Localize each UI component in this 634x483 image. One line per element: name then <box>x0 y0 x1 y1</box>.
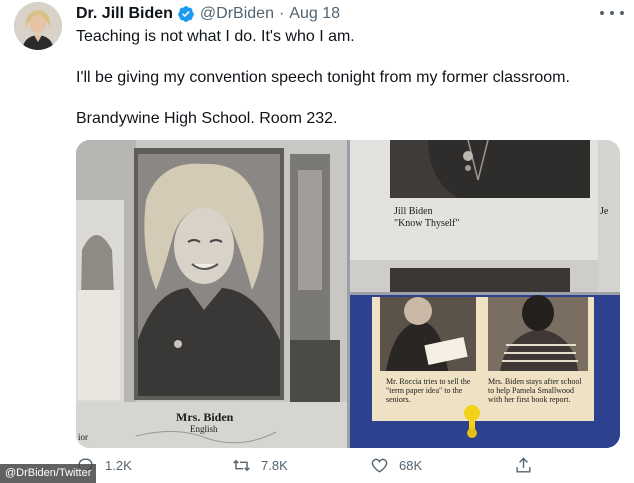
avatar-photo <box>14 2 62 50</box>
yearbook-edge-fragment: ior <box>78 432 88 442</box>
reply-count: 1.2K <box>105 458 132 473</box>
tweet-date[interactable]: Aug 18 <box>289 4 340 24</box>
photo-credit: @DrBiden/Twitter <box>0 464 97 483</box>
share-icon <box>516 457 531 473</box>
media-photo-clipping[interactable]: Mr. Roccia tries to sell the "term paper… <box>350 295 620 448</box>
like-button[interactable]: 68K <box>370 456 422 475</box>
more-options-icon[interactable] <box>600 6 624 20</box>
author-name[interactable]: Dr. Jill Biden <box>76 4 173 24</box>
author-avatar[interactable] <box>14 2 62 50</box>
clipping-caption-right: Mrs. Biden stays after school to help Pa… <box>488 377 582 404</box>
author-handle[interactable]: @DrBiden <box>200 4 274 24</box>
clipping-image <box>350 295 620 448</box>
header-separator: · <box>278 5 285 22</box>
heart-icon <box>371 458 388 473</box>
tweet-text-line-1: Teaching is not what I do. It's who I am… <box>76 28 355 45</box>
yearbook-senior-image <box>350 140 620 292</box>
yearbook-caption-subject: English <box>190 424 218 434</box>
senior-name: Jill Biden <box>394 206 433 217</box>
yearbook-caption-name: Mrs. Biden <box>176 410 234 424</box>
senior-edge-fragment: Je <box>600 206 609 217</box>
tweet-text-line-2: I'll be giving my convention speech toni… <box>76 69 570 86</box>
tweet-action-bar: 1.2K 7.8K 68K <box>76 456 596 480</box>
yearbook-portrait-image <box>76 140 347 448</box>
like-count: 68K <box>399 458 423 473</box>
clipping-caption-left: Mr. Roccia tries to sell the "term paper… <box>386 377 471 404</box>
tweet-media-grid: Mrs. Biden English ior Jill Biden "Know … <box>76 140 620 448</box>
media-photo-yearbook-portrait[interactable]: Mrs. Biden English ior <box>76 140 347 448</box>
media-photo-yearbook-senior[interactable]: Jill Biden "Know Thyself" Je <box>350 140 620 292</box>
verified-badge-icon <box>177 5 195 23</box>
senior-quote: "Know Thyself" <box>394 218 460 229</box>
retweet-button[interactable]: 7.8K <box>232 456 288 475</box>
share-button[interactable] <box>514 456 543 475</box>
retweet-count: 7.8K <box>261 458 288 473</box>
retweet-icon <box>233 459 250 472</box>
tweet-text-line-3: Brandywine High School. Room 232. <box>76 110 338 127</box>
tweet-header: Dr. Jill Biden @DrBiden · Aug 18 <box>76 4 340 24</box>
